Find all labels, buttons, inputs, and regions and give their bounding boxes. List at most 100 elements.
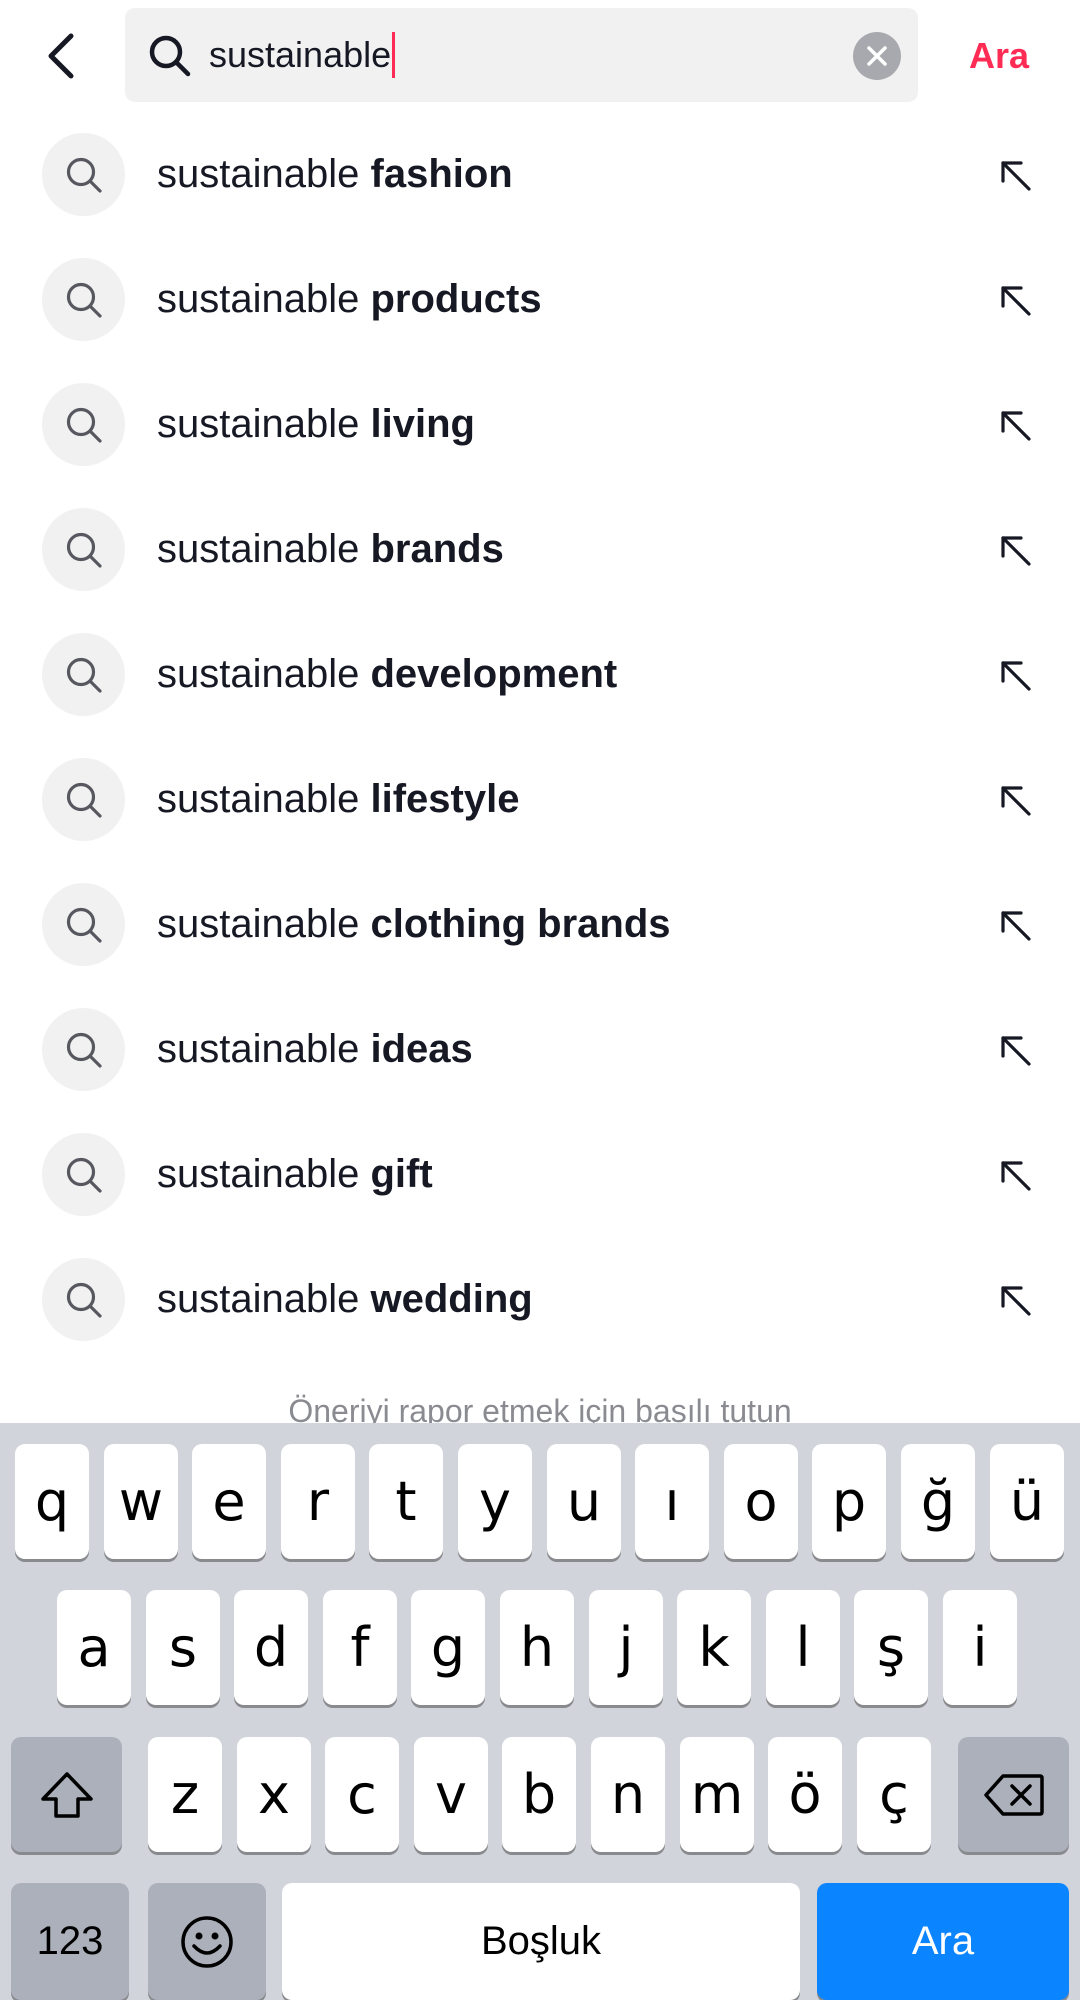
suggestion-completion: clothing brands: [370, 902, 671, 946]
search-icon: [149, 35, 191, 77]
suggestion-prefix: sustainable: [157, 1027, 360, 1071]
key-p[interactable]: p: [812, 1444, 886, 1559]
key-m[interactable]: m: [680, 1737, 754, 1852]
key-v[interactable]: v: [414, 1737, 488, 1852]
key-g[interactable]: g: [411, 1590, 485, 1705]
suggestion-text: sustainable development: [157, 612, 617, 737]
suggestion-prefix: sustainable: [157, 527, 360, 571]
suggestion-text: sustainable gift: [157, 1112, 433, 1237]
arrow-up-left-icon: [1001, 1161, 1031, 1191]
search-icon: [66, 407, 102, 443]
fill-suggestion-button[interactable]: [990, 400, 1040, 450]
search-icon: [66, 907, 102, 943]
arrow-up-left-icon: [1001, 411, 1031, 441]
key-ş[interactable]: ş: [854, 1590, 928, 1705]
search-icon: [66, 282, 102, 318]
arrow-up-left-icon: [1001, 786, 1031, 816]
key-n[interactable]: n: [591, 1737, 665, 1852]
search-submit-button[interactable]: Ara: [940, 0, 1058, 112]
fill-suggestion-button[interactable]: [990, 525, 1040, 575]
key-l[interactable]: l: [766, 1590, 840, 1705]
fill-suggestion-button[interactable]: [990, 775, 1040, 825]
suggestion-prefix: sustainable: [157, 152, 360, 196]
return-search-key[interactable]: Ara: [817, 1883, 1069, 2000]
suggestion-search-icon-badge: [42, 633, 125, 716]
key-z[interactable]: z: [148, 1737, 222, 1852]
emoji-key[interactable]: [148, 1883, 266, 2000]
suggestion-item[interactable]: sustainable products: [0, 237, 1080, 362]
key-x[interactable]: x: [237, 1737, 311, 1852]
key-a[interactable]: a: [57, 1590, 131, 1705]
arrow-up-left-icon: [1001, 911, 1031, 941]
arrow-up-left-icon: [1001, 1286, 1031, 1316]
fill-suggestion-button[interactable]: [990, 275, 1040, 325]
key-q[interactable]: q: [15, 1444, 89, 1559]
clear-search-button[interactable]: [853, 32, 901, 80]
suggestion-text: sustainable ideas: [157, 987, 473, 1112]
key-ı[interactable]: ı: [635, 1444, 709, 1559]
suggestion-completion: ideas: [370, 1027, 473, 1071]
arrow-up-left-icon: [1001, 536, 1031, 566]
suggestion-item[interactable]: sustainable brands: [0, 487, 1080, 612]
fill-suggestion-button[interactable]: [990, 900, 1040, 950]
back-button[interactable]: [34, 20, 88, 92]
fill-suggestion-button[interactable]: [990, 650, 1040, 700]
search-icon: [66, 1032, 102, 1068]
fill-suggestion-button[interactable]: [990, 150, 1040, 200]
suggestion-item[interactable]: sustainable fashion: [0, 112, 1080, 237]
suggestion-item[interactable]: sustainable wedding: [0, 1237, 1080, 1362]
search-field[interactable]: sustainable: [125, 8, 918, 102]
key-f[interactable]: f: [323, 1590, 397, 1705]
key-d[interactable]: d: [234, 1590, 308, 1705]
arrow-up-left-icon: [1001, 1036, 1031, 1066]
key-h[interactable]: h: [500, 1590, 574, 1705]
text-caret: [392, 32, 396, 79]
key-ğ[interactable]: ğ: [901, 1444, 975, 1559]
arrow-up-left-icon: [1001, 286, 1031, 316]
suggestion-completion: wedding: [370, 1277, 533, 1321]
suggestion-item[interactable]: sustainable clothing brands: [0, 862, 1080, 987]
key-w[interactable]: w: [104, 1444, 178, 1559]
key-t[interactable]: t: [369, 1444, 443, 1559]
suggestion-completion: brands: [370, 527, 504, 571]
shift-key[interactable]: [11, 1737, 122, 1852]
shift-icon: [40, 1771, 93, 1818]
suggestion-search-icon-badge: [42, 258, 125, 341]
suggestion-item[interactable]: sustainable living: [0, 362, 1080, 487]
search-icon: [66, 532, 102, 568]
suggestion-search-icon-badge: [42, 1133, 125, 1216]
key-ü[interactable]: ü: [990, 1444, 1064, 1559]
key-j[interactable]: j: [589, 1590, 663, 1705]
suggestion-item[interactable]: sustainable lifestyle: [0, 737, 1080, 862]
key-u[interactable]: u: [547, 1444, 621, 1559]
fill-suggestion-button[interactable]: [990, 1275, 1040, 1325]
suggestion-item[interactable]: sustainable development: [0, 612, 1080, 737]
suggestion-search-icon-badge: [42, 508, 125, 591]
fill-suggestion-button[interactable]: [990, 1150, 1040, 1200]
suggestion-item[interactable]: sustainable gift: [0, 1112, 1080, 1237]
suggestion-text: sustainable clothing brands: [157, 862, 671, 987]
suggestion-prefix: sustainable: [157, 652, 360, 696]
backspace-key[interactable]: [958, 1737, 1069, 1852]
key-e[interactable]: e: [192, 1444, 266, 1559]
search-input[interactable]: sustainable: [209, 8, 829, 102]
suggestion-text: sustainable products: [157, 237, 542, 362]
suggestion-text: sustainable lifestyle: [157, 737, 519, 862]
key-b[interactable]: b: [502, 1737, 576, 1852]
suggestion-search-icon-badge: [42, 383, 125, 466]
key-o[interactable]: o: [724, 1444, 798, 1559]
space-key[interactable]: Boşluk: [282, 1883, 800, 2000]
suggestion-list: sustainable fashion sustainable products s…: [0, 112, 1080, 1362]
key-c[interactable]: c: [325, 1737, 399, 1852]
key-r[interactable]: r: [281, 1444, 355, 1559]
key-k[interactable]: k: [677, 1590, 751, 1705]
key-y[interactable]: y: [458, 1444, 532, 1559]
suggestion-item[interactable]: sustainable ideas: [0, 987, 1080, 1112]
key-ç[interactable]: ç: [857, 1737, 931, 1852]
key-i[interactable]: i: [943, 1590, 1017, 1705]
fill-suggestion-button[interactable]: [990, 1025, 1040, 1075]
numbers-key[interactable]: 123: [11, 1883, 129, 2000]
key-ö[interactable]: ö: [768, 1737, 842, 1852]
key-s[interactable]: s: [146, 1590, 220, 1705]
on-screen-keyboard: q w e r t y u ı o p ğ ü a s d f g h j k l ş i z x c v b n m ö ç 123 Boşlu…: [0, 1423, 1080, 2000]
